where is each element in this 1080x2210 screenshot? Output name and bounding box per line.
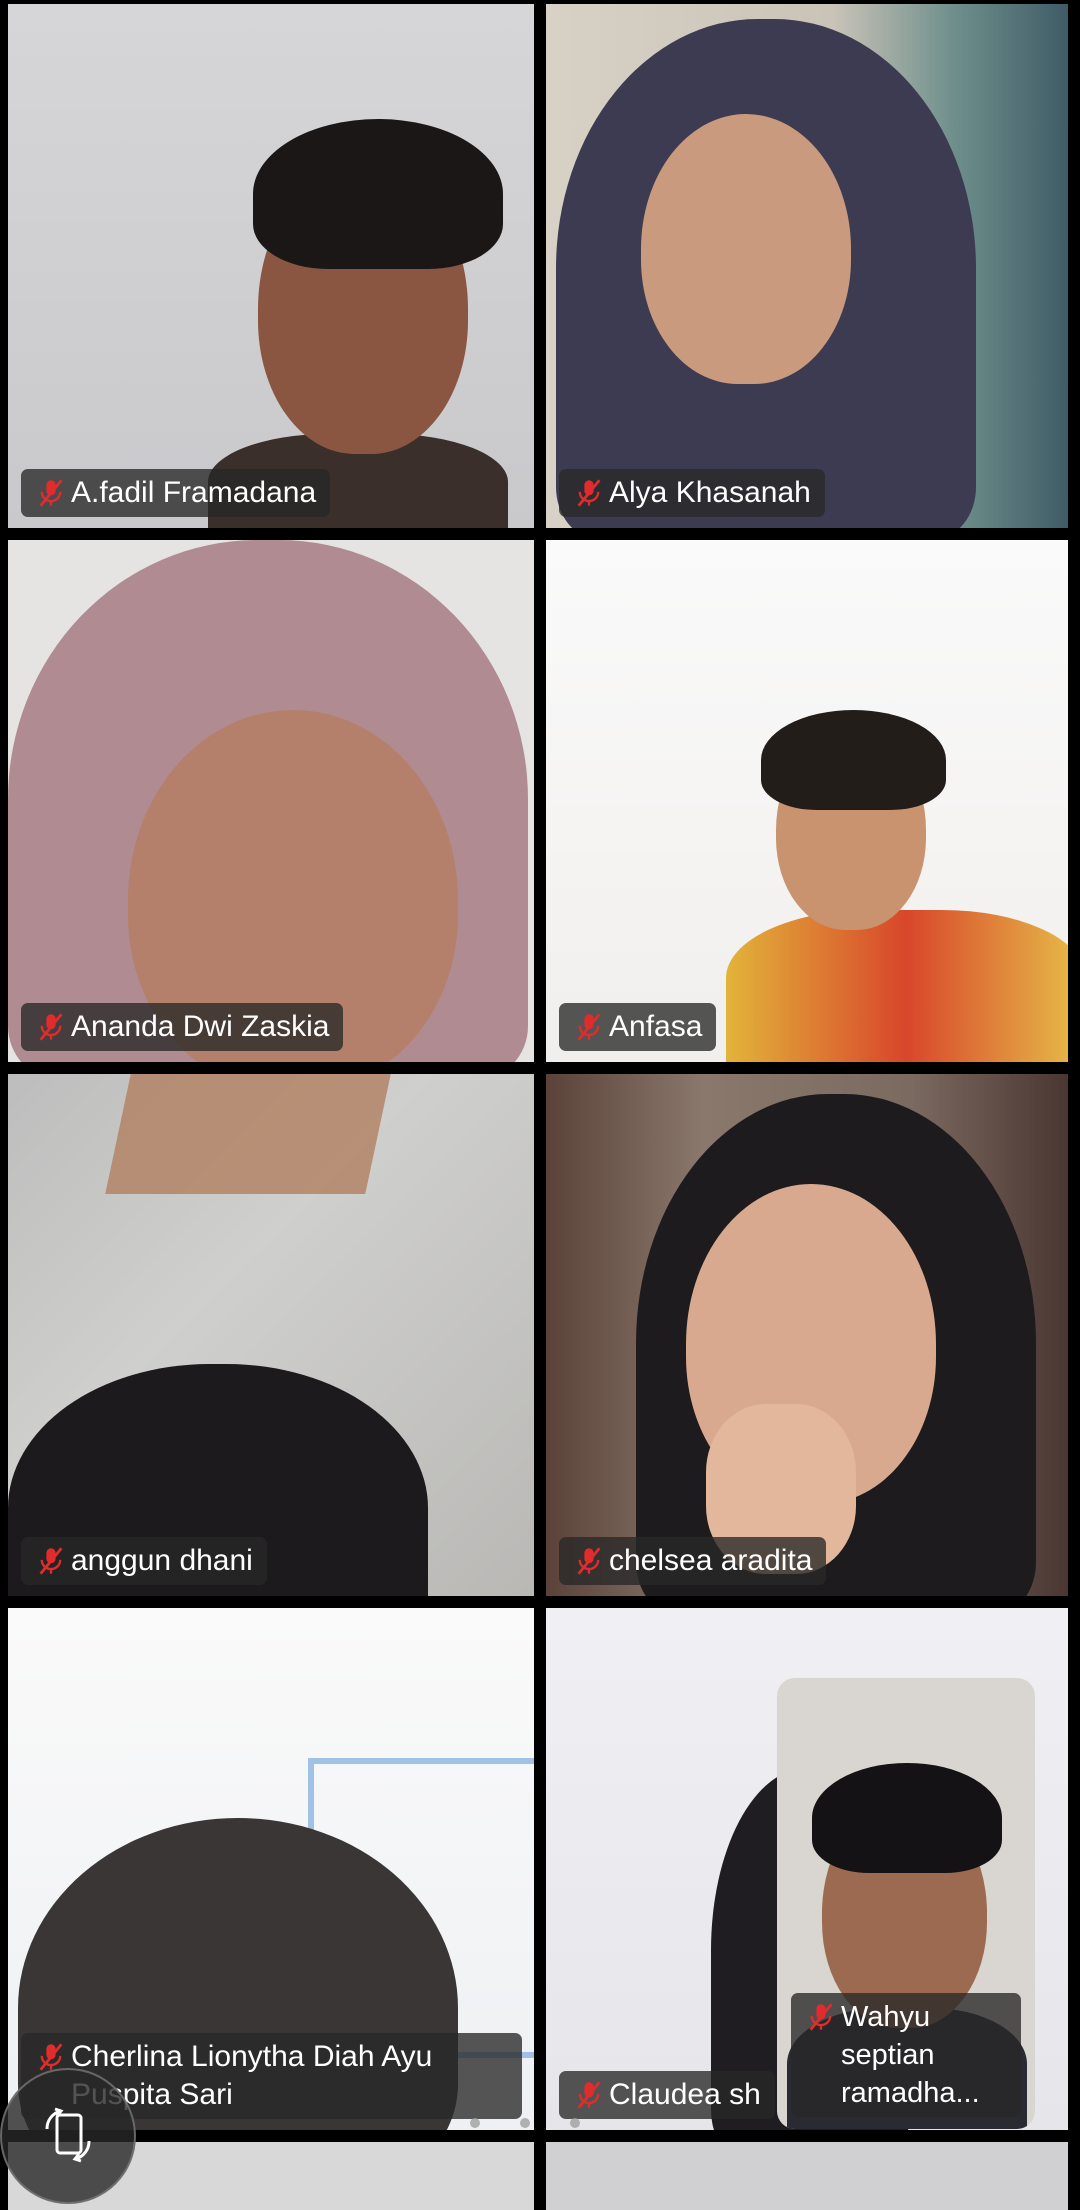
mic-off-icon	[569, 1542, 609, 1580]
video-tile-10-partial[interactable]	[546, 2142, 1068, 2210]
participant-name: Ananda Dwi Zaskia	[71, 1010, 330, 1043]
participant-name: A.fadil Framadana	[71, 476, 317, 509]
ceiling-vent	[105, 1074, 391, 1194]
participant-name-tag: Claudea sh	[559, 2071, 775, 2119]
participant-name-tag: anggun dhani	[21, 1537, 267, 1585]
video-tile-6[interactable]: chelsea aradita	[546, 1074, 1068, 1596]
self-name-tag: Wahyu septian ramadha...	[791, 1993, 1021, 2117]
participant-name: Cherlina Lionytha Diah Ayu Puspita Sari	[71, 2040, 433, 2111]
video-tile-7[interactable]: Cherlina Lionytha Diah Ayu Puspita Sari	[8, 1608, 534, 2130]
participant-name-tag: Anfasa	[559, 1003, 717, 1051]
page-dot[interactable]	[520, 2118, 530, 2128]
mic-off-icon	[569, 2076, 609, 2114]
mic-off-icon	[31, 474, 71, 512]
participant-name: chelsea aradita	[609, 1544, 813, 1577]
participant-name: Claudea sh	[609, 2078, 761, 2111]
participant-name: Alya Khasanah	[609, 476, 811, 509]
mic-off-icon	[569, 1008, 609, 1046]
video-tile-5[interactable]: anggun dhani	[8, 1074, 534, 1596]
person-hair	[253, 119, 503, 269]
rotate-screen-button[interactable]	[0, 2068, 136, 2204]
participant-name-tag: chelsea aradita	[559, 1537, 827, 1585]
video-tile-3[interactable]: Ananda Dwi Zaskia	[8, 540, 534, 1062]
person-face	[641, 114, 851, 384]
person-hair	[812, 1763, 1002, 1873]
screen-rotate-icon	[33, 2099, 103, 2174]
gallery-page-indicator	[470, 2118, 580, 2128]
participant-name-tag: Alya Khasanah	[559, 469, 825, 517]
video-tile-4[interactable]: Anfasa	[546, 540, 1068, 1062]
person-shirt	[726, 910, 1068, 1062]
mic-off-icon	[31, 1008, 71, 1046]
video-tile-1[interactable]: A.fadil Framadana	[8, 4, 534, 528]
participant-name-tag: Ananda Dwi Zaskia	[21, 1003, 344, 1051]
mic-off-icon	[801, 1998, 841, 2036]
self-name: Wahyu septian ramadha...	[841, 2001, 980, 2109]
mic-off-icon	[569, 474, 609, 512]
participant-name: Anfasa	[609, 1010, 703, 1043]
mic-off-icon	[31, 1542, 71, 1580]
page-dot[interactable]	[470, 2118, 480, 2128]
page-dot[interactable]	[570, 2118, 580, 2128]
self-view-video[interactable]: Wahyu septian ramadha...	[777, 1678, 1035, 2129]
video-tile-2[interactable]: Alya Khasanah	[546, 4, 1068, 528]
person-hair	[761, 710, 946, 810]
participant-name-tag: A.fadil Framadana	[21, 469, 331, 517]
participant-name: anggun dhani	[71, 1544, 253, 1577]
